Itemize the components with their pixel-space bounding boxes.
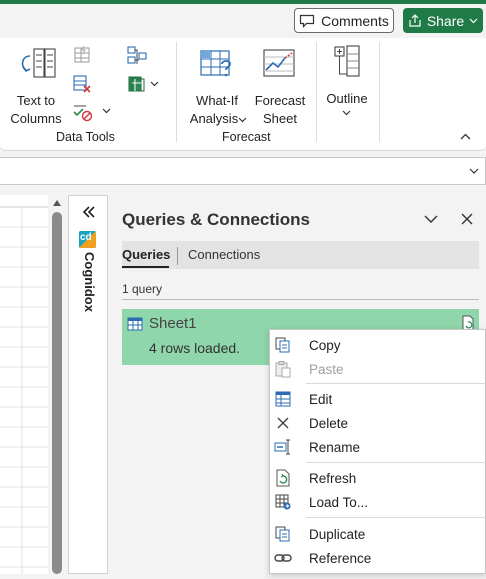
- edit-icon: [275, 391, 291, 407]
- tab-divider: [177, 247, 178, 265]
- close-icon[interactable]: [461, 213, 473, 225]
- pane-title: Queries & Connections: [122, 210, 310, 229]
- chevron-down-icon: [238, 117, 247, 123]
- menu-separator: [306, 517, 486, 518]
- menu-item-edit[interactable]: Edit: [270, 387, 486, 411]
- query-name: Sheet1: [149, 315, 197, 332]
- menu-separator: [306, 462, 486, 463]
- text-to-columns-label-1: Text to: [16, 93, 56, 108]
- outline-icon: [334, 45, 360, 77]
- share-button[interactable]: Share: [403, 8, 483, 33]
- menu-separator: [306, 383, 486, 384]
- tab-active-indicator: [122, 266, 169, 268]
- menu-item-label: Delete: [309, 415, 349, 431]
- menu-item-label: Copy: [309, 337, 341, 353]
- tab-strip: [122, 241, 479, 269]
- chevron-down-icon: [342, 110, 351, 116]
- cognidox-label[interactable]: Cognidox: [17, 252, 97, 312]
- rename-icon: [274, 439, 290, 455]
- menu-item-paste[interactable]: Paste: [270, 357, 486, 381]
- forecast-sheet-icon: [263, 49, 295, 77]
- what-if-label-2: Analysis: [189, 111, 239, 126]
- text-to-columns-icon: [21, 48, 56, 78]
- query-count: 1 query: [122, 282, 163, 296]
- forecast-group-label: Forecast: [222, 130, 271, 144]
- menu-item-copy[interactable]: Copy: [270, 333, 486, 357]
- group-divider: [176, 42, 177, 142]
- menu-item-load-to[interactable]: Load To...: [270, 490, 486, 514]
- menu-item-label: Refresh: [309, 470, 357, 486]
- comments-button[interactable]: Comments: [294, 8, 394, 33]
- cognidox-panel: cd Cognidox: [68, 195, 108, 574]
- table-icon: [127, 317, 143, 331]
- forecast-label-2: Sheet: [263, 111, 297, 126]
- context-menu: Copy Paste Edit Delete Rename Refresh Lo…: [269, 329, 486, 574]
- menu-item-rename[interactable]: Rename: [270, 435, 486, 459]
- menu-item-label: Reference: [309, 550, 372, 566]
- expand-formula-bar-icon[interactable]: [469, 168, 479, 174]
- chevron-down-icon[interactable]: [150, 81, 159, 87]
- copy-icon: [275, 337, 290, 353]
- chevron-down-icon[interactable]: [102, 108, 111, 114]
- cognidox-logo: cd: [79, 231, 96, 248]
- divider: [122, 299, 479, 300]
- tab-queries[interactable]: Queries: [122, 247, 170, 262]
- forecast-label-1: Forecast: [254, 93, 306, 108]
- tab-connections[interactable]: Connections: [188, 247, 260, 262]
- chevron-down-icon: [469, 18, 478, 23]
- formula-bar[interactable]: [0, 157, 486, 185]
- ribbon: Text to Columns Data Tools What-If Analy: [0, 38, 486, 151]
- cognidox-logo-text: cd: [80, 232, 92, 243]
- remove-duplicates-icon[interactable]: [72, 74, 92, 94]
- share-icon: [409, 13, 421, 27]
- flash-fill-icon[interactable]: [72, 45, 92, 65]
- load-to-icon: [275, 494, 291, 510]
- comment-icon: [300, 14, 315, 28]
- forecast-sheet-button[interactable]: Forecast Sheet: [250, 46, 310, 126]
- menu-item-label: Rename: [309, 439, 361, 455]
- relationships-icon[interactable]: [126, 45, 148, 65]
- text-to-columns-button[interactable]: Text to Columns: [6, 46, 66, 126]
- menu-item-reference[interactable]: Reference: [270, 546, 486, 570]
- group-divider: [379, 42, 380, 142]
- what-if-analysis-button[interactable]: What-If Analysis: [186, 46, 248, 126]
- menu-item-label: Edit: [309, 391, 333, 407]
- data-model-icon[interactable]: [126, 74, 148, 94]
- menu-item-duplicate[interactable]: Duplicate: [270, 522, 486, 546]
- collapse-ribbon-icon[interactable]: [460, 133, 471, 140]
- share-label: Share: [426, 12, 465, 29]
- text-to-columns-label-2: Columns: [10, 111, 62, 126]
- group-divider: [316, 42, 317, 142]
- data-tools-group-label: Data Tools: [56, 130, 115, 144]
- data-validation-icon[interactable]: [72, 102, 94, 122]
- pane-options-icon[interactable]: [424, 215, 438, 224]
- comments-label: Comments: [321, 12, 389, 29]
- what-if-analysis-icon: [200, 50, 231, 77]
- collapse-panel-icon[interactable]: [82, 206, 96, 218]
- query-status: 4 rows loaded.: [149, 340, 241, 356]
- duplicate-icon: [275, 526, 290, 542]
- menu-item-delete[interactable]: Delete: [270, 411, 486, 435]
- outline-label: Outline: [326, 91, 368, 106]
- scroll-up-icon[interactable]: [52, 199, 62, 207]
- menu-item-refresh[interactable]: Refresh: [270, 466, 486, 490]
- menu-item-label: Paste: [309, 361, 344, 377]
- paste-icon: [275, 361, 291, 378]
- refresh-icon: [276, 469, 290, 487]
- outline-button[interactable]: Outline: [322, 44, 372, 124]
- what-if-label-1: What-If: [196, 93, 238, 108]
- reference-icon: [274, 554, 292, 562]
- menu-item-label: Duplicate: [309, 526, 366, 542]
- menu-item-label: Load To...: [309, 494, 369, 510]
- delete-icon: [277, 417, 289, 429]
